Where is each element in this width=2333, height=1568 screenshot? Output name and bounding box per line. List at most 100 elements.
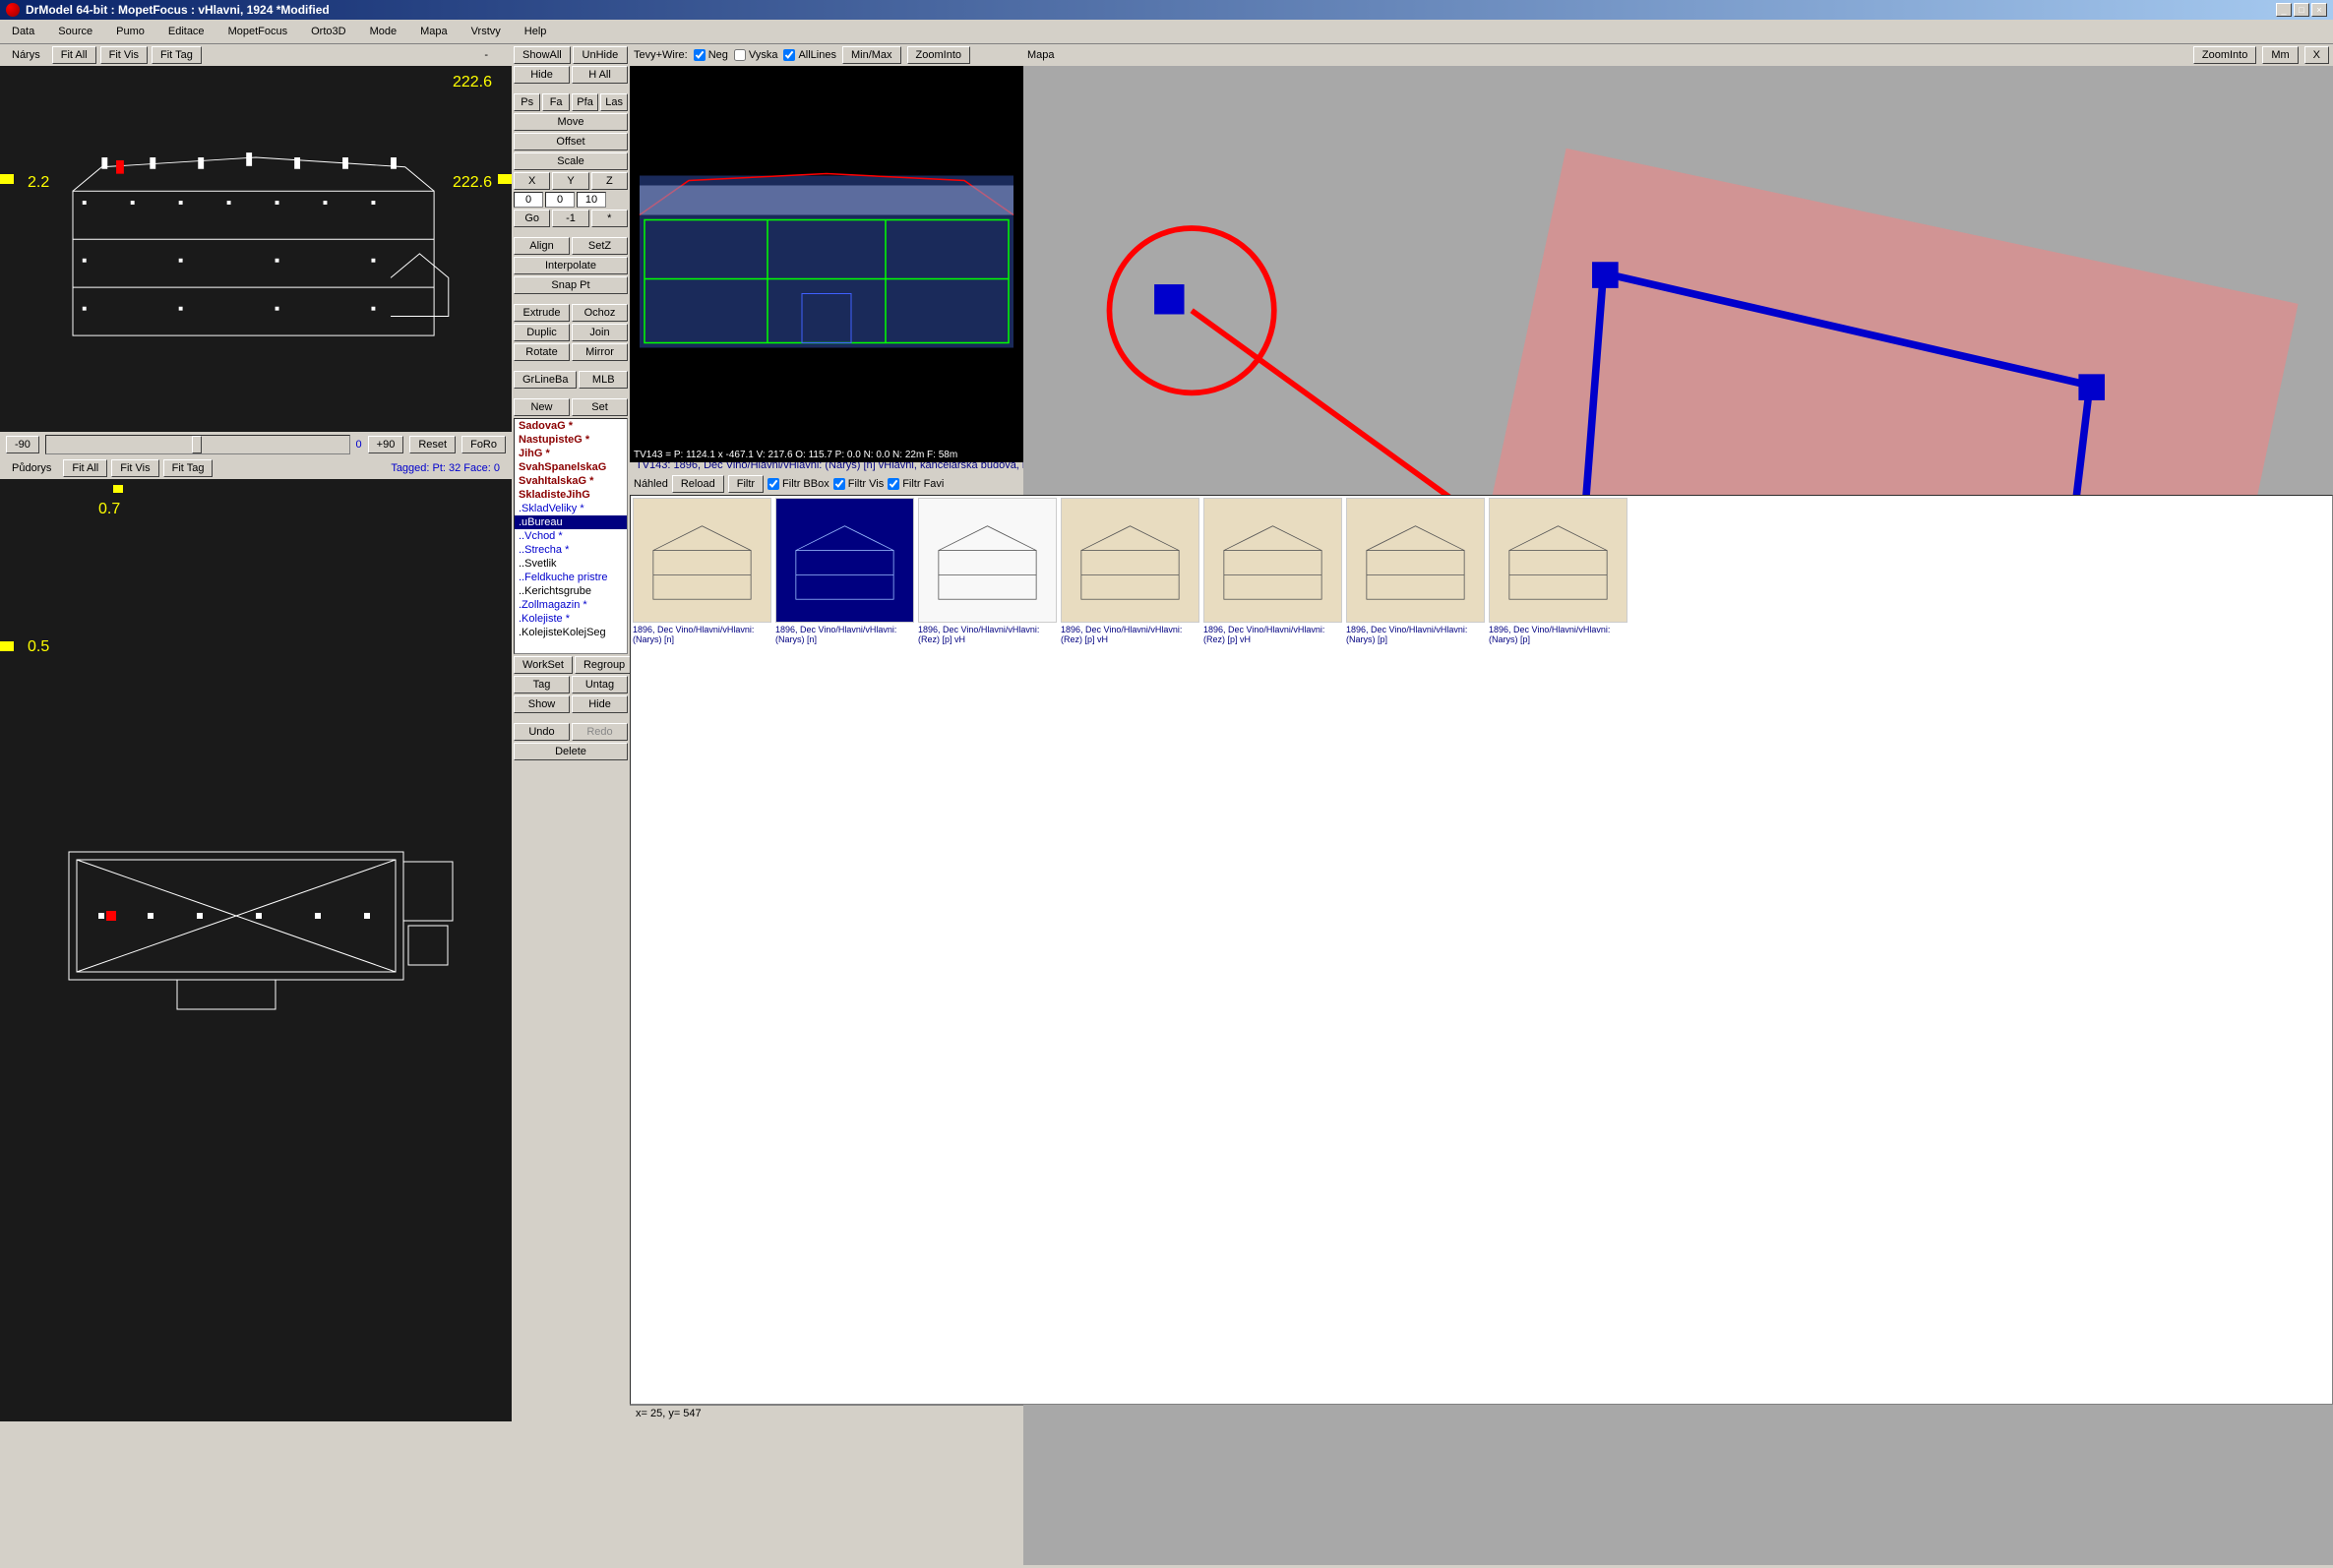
list-item[interactable]: ..Svetlik xyxy=(515,557,627,571)
narys-fitall-button[interactable]: Fit All xyxy=(52,46,96,64)
foro-button[interactable]: FoRo xyxy=(461,436,506,453)
menu-mapa[interactable]: Mapa xyxy=(416,24,452,39)
close-button[interactable]: × xyxy=(2311,3,2327,17)
pfa-button[interactable]: Pfa xyxy=(572,93,598,111)
menu-vrstvy[interactable]: Vrstvy xyxy=(467,24,505,39)
list-item[interactable]: SvahSpanelskaG xyxy=(515,460,627,474)
menu-mode[interactable]: Mode xyxy=(366,24,401,39)
hall-button[interactable]: H All xyxy=(572,66,628,84)
interpolate-button[interactable]: Interpolate xyxy=(514,257,628,274)
mlb-button[interactable]: MLB xyxy=(579,371,628,389)
list-item[interactable]: NastupisteG * xyxy=(515,433,627,447)
redo-button[interactable]: Redo xyxy=(572,723,628,741)
list-item[interactable]: ..Kerichtsgrube xyxy=(515,584,627,598)
group-list[interactable]: SadovaG *NastupisteG *JihG *SvahSpanelsk… xyxy=(514,418,628,654)
narys-fittag-button[interactable]: Fit Tag xyxy=(152,46,202,64)
unhide-button[interactable]: UnHide xyxy=(573,46,628,64)
regroup-button[interactable]: Regroup xyxy=(575,656,630,674)
x-button[interactable]: X xyxy=(514,172,550,190)
go-button[interactable]: Go xyxy=(514,210,550,227)
list-item[interactable]: .SkladVeliky * xyxy=(515,502,627,515)
menu-pumo[interactable]: Pumo xyxy=(112,24,149,39)
neg-checkbox[interactable]: Neg xyxy=(694,49,728,61)
filtrfavi-checkbox[interactable]: Filtr Favi xyxy=(888,478,944,490)
ps-button[interactable]: Ps xyxy=(514,93,540,111)
mapa-x-button[interactable]: X xyxy=(2304,46,2329,64)
new-button[interactable]: New xyxy=(514,398,570,416)
thumbnail[interactable]: 1896, Dec Vino/Hlavni/vHlavni: (Narys) [… xyxy=(1487,496,1629,648)
list-item[interactable]: SadovaG * xyxy=(515,419,627,433)
list-item[interactable]: .uBureau xyxy=(515,515,627,529)
thumbnail[interactable]: 1896, Dec Vino/Hlavni/vHlavni: (Rez) [p]… xyxy=(916,496,1059,648)
duplic-button[interactable]: Duplic xyxy=(514,324,570,341)
narys-fitvis-button[interactable]: Fit Vis xyxy=(100,46,148,64)
show-button[interactable]: Show xyxy=(514,695,570,713)
pudorys-viewport[interactable]: 0.7 0.5 xyxy=(0,479,512,1421)
move-button[interactable]: Move xyxy=(514,113,628,131)
pudorys-fitall-button[interactable]: Fit All xyxy=(63,459,107,477)
thumbnail-grid[interactable]: 1896, Dec Vino/Hlavni/vHlavni: (Narys) [… xyxy=(630,495,2333,1405)
thumbnail[interactable]: 1896, Dec Vino/Hlavni/vHlavni: (Rez) [p]… xyxy=(1059,496,1201,648)
filtr-button[interactable]: Filtr xyxy=(728,475,764,493)
delete-button[interactable]: Delete xyxy=(514,743,628,760)
set-button[interactable]: Set xyxy=(572,398,628,416)
maximize-button[interactable]: □ xyxy=(2294,3,2309,17)
x-input[interactable] xyxy=(514,192,543,208)
menu-help[interactable]: Help xyxy=(521,24,551,39)
menu-source[interactable]: Source xyxy=(54,24,96,39)
thumbnail[interactable]: 1896, Dec Vino/Hlavni/vHlavni: (Narys) [… xyxy=(631,496,773,648)
alllines-checkbox[interactable]: AllLines xyxy=(783,49,836,61)
minmax-button[interactable]: Min/Max xyxy=(842,46,901,64)
tevy-viewport[interactable]: TV143 = P: 1124.1 x -467.1 V: 217.6 O: 1… xyxy=(630,66,1023,462)
hide2-button[interactable]: Hide xyxy=(572,695,628,713)
y-button[interactable]: Y xyxy=(552,172,588,190)
list-item[interactable]: JihG * xyxy=(515,447,627,460)
slider-minus90-button[interactable]: -90 xyxy=(6,436,39,453)
slider-plus90-button[interactable]: +90 xyxy=(368,436,404,453)
neg1-button[interactable]: -1 xyxy=(552,210,588,227)
pudorys-fittag-button[interactable]: Fit Tag xyxy=(163,459,214,477)
menu-orto3d[interactable]: Orto3D xyxy=(307,24,349,39)
las-button[interactable]: Las xyxy=(600,93,628,111)
untag-button[interactable]: Untag xyxy=(572,676,628,694)
tevy-zoominto-button[interactable]: ZoomInto xyxy=(907,46,970,64)
thumbnail[interactable]: 1896, Dec Vino/Hlavni/vHlavni: (Narys) [… xyxy=(773,496,916,648)
list-item[interactable]: ..Vchod * xyxy=(515,529,627,543)
mapa-mm-button[interactable]: Mm xyxy=(2262,46,2298,64)
reload-button[interactable]: Reload xyxy=(672,475,724,493)
y-input[interactable] xyxy=(545,192,575,208)
z-button[interactable]: Z xyxy=(591,172,628,190)
scale-button[interactable]: Scale xyxy=(514,152,628,170)
list-item[interactable]: .Kolejiste * xyxy=(515,612,627,626)
star-button[interactable]: * xyxy=(591,210,628,227)
undo-button[interactable]: Undo xyxy=(514,723,570,741)
thumbnail[interactable]: 1896, Dec Vino/Hlavni/vHlavni: (Rez) [p]… xyxy=(1201,496,1344,648)
filtrbbox-checkbox[interactable]: Filtr BBox xyxy=(767,478,829,490)
narys-viewport[interactable]: 222.6 2.2 222.6 xyxy=(0,66,512,432)
rotation-slider[interactable] xyxy=(45,435,350,454)
menu-editace[interactable]: Editace xyxy=(164,24,209,39)
list-item[interactable]: .Zollmagazin * xyxy=(515,598,627,612)
thumbnail[interactable]: 1896, Dec Vino/Hlavni/vHlavni: (Narys) [… xyxy=(1344,496,1487,648)
list-item[interactable]: .KolejisteKolejSeg xyxy=(515,626,627,639)
extrude-button[interactable]: Extrude xyxy=(514,304,570,322)
z-input[interactable] xyxy=(577,192,606,208)
mapa-zoominto-button[interactable]: ZoomInto xyxy=(2193,46,2256,64)
mirror-button[interactable]: Mirror xyxy=(572,343,628,361)
snappt-button[interactable]: Snap Pt xyxy=(514,276,628,294)
menu-mopetfocus[interactable]: MopetFocus xyxy=(224,24,292,39)
pudorys-fitvis-button[interactable]: Fit Vis xyxy=(111,459,158,477)
list-item[interactable]: SkladisteJihG xyxy=(515,488,627,502)
setz-button[interactable]: SetZ xyxy=(572,237,628,255)
vyska-checkbox[interactable]: Vyska xyxy=(734,49,778,61)
list-item[interactable]: ..Feldkuche pristre xyxy=(515,571,627,584)
hide-button[interactable]: Hide xyxy=(514,66,570,84)
menu-data[interactable]: Data xyxy=(8,24,38,39)
grlineba-button[interactable]: GrLineBa xyxy=(514,371,577,389)
join-button[interactable]: Join xyxy=(572,324,628,341)
rotate-button[interactable]: Rotate xyxy=(514,343,570,361)
filtrvis-checkbox[interactable]: Filtr Vis xyxy=(833,478,884,490)
list-item[interactable]: ..Strecha * xyxy=(515,543,627,557)
align-button[interactable]: Align xyxy=(514,237,570,255)
showall-button[interactable]: ShowAll xyxy=(514,46,571,64)
